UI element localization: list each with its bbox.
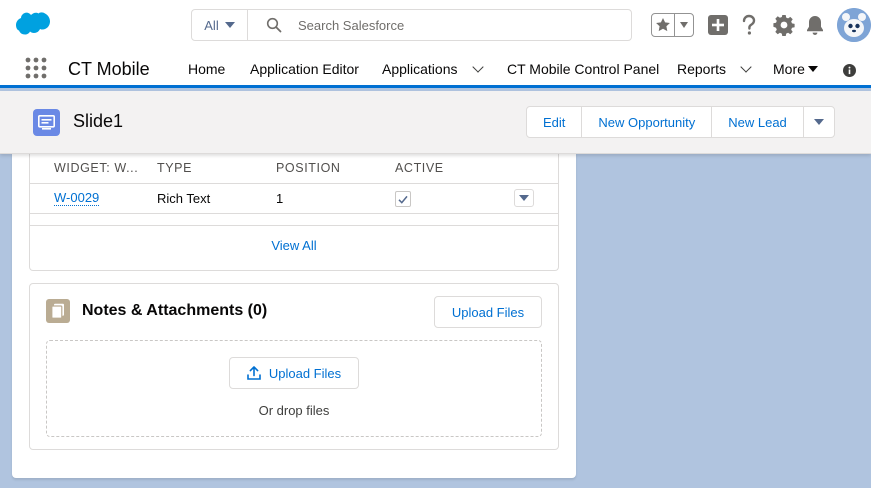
search-box: All	[191, 9, 632, 41]
nav-item-reports[interactable]: Reports	[677, 61, 752, 77]
notes-attachments-card: Notes & Attachments (0) Upload Files Upl…	[29, 283, 559, 450]
divider	[30, 183, 558, 184]
widget-link[interactable]: W-0029	[54, 190, 100, 206]
nav-item-label: Reports	[677, 61, 727, 77]
upload-label: Upload Files	[268, 365, 342, 381]
nav-item-application-editor[interactable]: Application Editor	[250, 61, 359, 77]
column-header-active[interactable]: ACTIVE	[395, 161, 444, 175]
plus-icon	[708, 15, 728, 35]
notes-icon	[46, 299, 70, 323]
gear-icon	[773, 15, 795, 36]
search-scope-label: All	[204, 17, 219, 33]
column-header-position[interactable]: POSITION	[276, 161, 341, 175]
divider	[30, 225, 558, 226]
navigation-bar: CT Mobile Home Application Editor Applic…	[0, 50, 871, 88]
file-drop-zone[interactable]: Upload Files Or drop files	[46, 340, 542, 437]
record-highlights: Slide1 Edit New Opportunity New Lead	[0, 91, 871, 154]
chevron-down-icon	[680, 22, 689, 28]
chevron-down-icon	[519, 195, 529, 201]
nav-item-label: More	[773, 61, 805, 77]
help-button[interactable]	[737, 13, 761, 37]
global-header: All	[0, 0, 871, 50]
slide-icon	[38, 115, 55, 130]
app-name: CT Mobile	[68, 59, 150, 79]
caret-down-icon	[807, 66, 818, 72]
file-icon	[51, 303, 64, 319]
user-avatar-icon	[837, 8, 871, 42]
divider	[30, 213, 558, 214]
row-actions-menu[interactable]	[514, 189, 534, 207]
nav-item-label: Application Editor	[250, 61, 359, 77]
favorites-group	[651, 13, 694, 37]
help-icon	[742, 14, 756, 35]
view-all-link[interactable]: View All	[30, 238, 558, 253]
nav-item-label: Applications	[382, 61, 458, 77]
chevron-down-icon[interactable]	[471, 61, 484, 73]
widgets-related-list: WIDGET: W... TYPE POSITION ACTIVE W-0029…	[29, 150, 559, 271]
edit-button[interactable]: Edit	[527, 107, 583, 137]
global-actions-button[interactable]	[706, 13, 730, 37]
search-icon	[266, 17, 282, 33]
favorites-button[interactable]	[652, 14, 676, 36]
notes-title: Notes & Attachments (0)	[82, 302, 268, 319]
app-launcher-icon[interactable]	[24, 56, 48, 80]
search-input[interactable]	[298, 17, 598, 33]
active-checkbox	[395, 191, 411, 207]
setup-button[interactable]	[772, 13, 796, 37]
more-actions-button[interactable]	[804, 107, 834, 137]
upload-icon	[247, 366, 261, 380]
chevron-down-icon[interactable]	[740, 61, 752, 73]
table-cell-position: 1	[276, 191, 284, 206]
upload-files-button-drop[interactable]: Upload Files	[229, 357, 359, 389]
related-list-panel: WIDGET: W... TYPE POSITION ACTIVE W-0029…	[12, 150, 576, 478]
search-scope-select[interactable]: All	[192, 10, 248, 40]
record-icon	[33, 109, 60, 136]
nav-item-ct-mobile-control-panel[interactable]: CT Mobile Control Panel	[507, 61, 659, 77]
checkmark-icon	[398, 195, 408, 204]
salesforce-cloud-icon[interactable]	[16, 12, 52, 38]
nav-item-more[interactable]: More	[773, 61, 818, 77]
record-actions: Edit New Opportunity New Lead	[526, 106, 835, 138]
drop-files-text: Or drop files	[258, 403, 330, 418]
nav-item-label: Home	[188, 61, 226, 77]
nav-item-applications[interactable]: Applications	[382, 61, 484, 77]
nav-item-label: CT Mobile Control Panel	[507, 61, 660, 77]
record-title: Slide1	[73, 111, 124, 131]
info-icon[interactable]	[843, 64, 856, 77]
notifications-button[interactable]	[803, 13, 827, 37]
column-header-widget[interactable]: WIDGET: W...	[54, 161, 138, 175]
avatar[interactable]	[837, 8, 871, 42]
table-cell-widget-name[interactable]: W-0029	[54, 190, 100, 206]
bell-icon	[807, 16, 823, 35]
chevron-down-icon	[224, 22, 235, 28]
new-opportunity-button[interactable]: New Opportunity	[582, 107, 713, 137]
chevron-down-icon	[813, 119, 824, 125]
new-lead-button[interactable]: New Lead	[712, 107, 804, 137]
star-icon	[656, 18, 671, 32]
column-header-type[interactable]: TYPE	[157, 161, 192, 175]
nav-item-home[interactable]: Home	[188, 61, 225, 77]
favorites-menu-button[interactable]	[675, 14, 693, 36]
table-cell-type: Rich Text	[157, 191, 211, 206]
upload-files-button[interactable]: Upload Files	[434, 296, 542, 328]
